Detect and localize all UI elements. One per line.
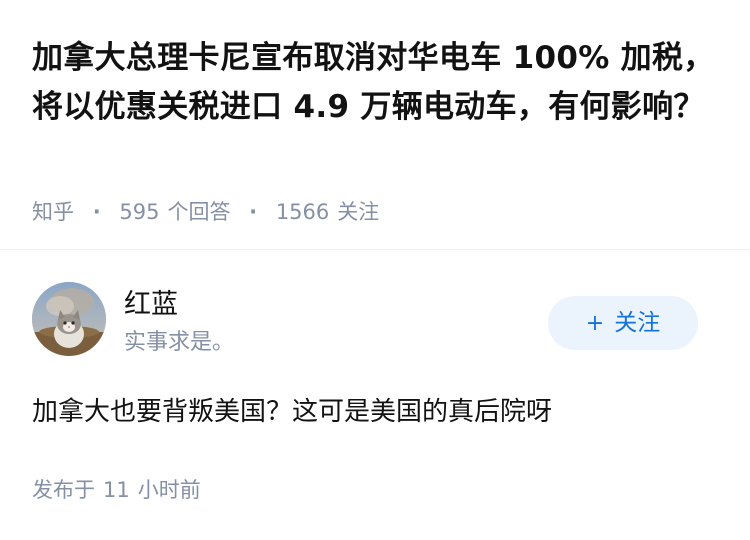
source-label[interactable]: 知乎	[32, 200, 74, 224]
question-meta: 知乎 · 595 个回答 · 1566 关注	[32, 197, 379, 227]
author-info: 红蓝 实事求是。 + 关注	[0, 282, 750, 366]
follow-button-label: 关注	[614, 310, 661, 336]
author-name[interactable]: 红蓝	[124, 288, 178, 322]
publish-value: 11	[103, 478, 130, 502]
cat-avatar-icon	[32, 282, 106, 356]
avatar[interactable]	[32, 282, 106, 356]
publish-prefix: 发布于	[32, 478, 95, 502]
follow-button[interactable]: + 关注	[548, 296, 698, 350]
plus-icon: +	[585, 311, 605, 336]
publish-suffix: 小时前	[137, 478, 201, 502]
author-bio: 实事求是。	[124, 330, 235, 355]
publish-time: 发布于 11 小时前	[32, 475, 201, 505]
answer-page: 加拿大总理卡尼宣布取消对华电车 100% 加税，将以优惠关税进口 4.9 万辆电…	[0, 0, 750, 540]
question-header: 加拿大总理卡尼宣布取消对华电车 100% 加税，将以优惠关税进口 4.9 万辆电…	[0, 0, 750, 250]
separator-dot: ·	[92, 200, 101, 224]
answer-count: 595	[119, 200, 160, 224]
answer-content[interactable]: 加拿大也要背叛美国？这可是美国的真后院呀	[32, 393, 552, 431]
answer-count-label[interactable]: 个回答	[167, 200, 230, 224]
follow-count: 1566	[275, 200, 330, 224]
follow-count-label: 关注	[337, 200, 380, 224]
separator-dot: ·	[249, 200, 258, 224]
question-title[interactable]: 加拿大总理卡尼宣布取消对华电车 100% 加税，将以优惠关税进口 4.9 万辆电…	[32, 34, 722, 132]
